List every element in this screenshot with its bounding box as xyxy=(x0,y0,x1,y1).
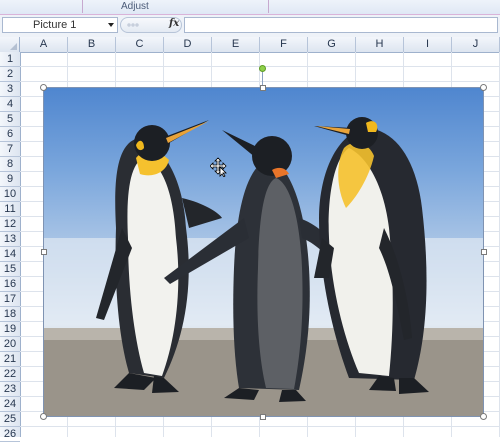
row-header-10[interactable]: 10 xyxy=(0,187,20,202)
row-header-6[interactable]: 6 xyxy=(0,127,20,142)
resize-handle-right[interactable] xyxy=(481,249,487,255)
resize-handle-left[interactable] xyxy=(41,249,47,255)
row-header-24[interactable]: 24 xyxy=(0,397,20,412)
column-header-h[interactable]: H xyxy=(356,37,404,52)
penguins-illustration xyxy=(44,117,483,416)
column-header-a[interactable]: A xyxy=(20,37,68,52)
name-box-value: Picture 1 xyxy=(33,19,77,31)
select-all-icon xyxy=(10,43,17,50)
row-header-13[interactable]: 13 xyxy=(0,232,20,247)
row-header-11[interactable]: 11 xyxy=(0,202,20,217)
row-header-21[interactable]: 21 xyxy=(0,352,20,367)
row-header: 1 2 3 4 5 6 7 8 9 10 11 12 13 14 15 16 1… xyxy=(0,52,21,442)
row-header-12[interactable]: 12 xyxy=(0,217,20,232)
row-header-26[interactable]: 26 xyxy=(0,427,20,442)
column-header-f[interactable]: F xyxy=(260,37,308,52)
row-header-15[interactable]: 15 xyxy=(0,262,20,277)
name-box[interactable]: Picture 1 xyxy=(2,17,118,33)
column-header-b[interactable]: B xyxy=(68,37,116,52)
chevron-down-icon[interactable] xyxy=(108,23,114,27)
row-header-25[interactable]: 25 xyxy=(0,412,20,427)
formula-controls: fx xyxy=(120,17,182,33)
row-header-20[interactable]: 20 xyxy=(0,337,20,352)
row-header-16[interactable]: 16 xyxy=(0,277,20,292)
resize-handle-top-left[interactable] xyxy=(40,84,47,91)
row-header-22[interactable]: 22 xyxy=(0,367,20,382)
resize-handle-top[interactable] xyxy=(260,85,266,91)
row-header-17[interactable]: 17 xyxy=(0,292,20,307)
resize-handle-bottom-left[interactable] xyxy=(40,413,47,420)
column-header-c[interactable]: C xyxy=(116,37,164,52)
row-header-1[interactable]: 1 xyxy=(0,52,20,67)
column-header-i[interactable]: I xyxy=(404,37,452,52)
row-header-4[interactable]: 4 xyxy=(0,97,20,112)
rotate-handle[interactable] xyxy=(259,65,266,72)
ribbon-separator xyxy=(82,0,83,13)
ribbon-separator xyxy=(268,0,269,13)
grip-icon[interactable] xyxy=(127,21,139,29)
column-header: A B C D E F G H I J xyxy=(0,37,500,53)
insert-function-button[interactable]: fx xyxy=(169,18,179,29)
select-all-button[interactable] xyxy=(0,37,20,52)
row-header-8[interactable]: 8 xyxy=(0,157,20,172)
row-header-14[interactable]: 14 xyxy=(0,247,20,262)
row-header-2[interactable]: 2 xyxy=(0,67,20,82)
penguins-picture[interactable] xyxy=(44,88,483,416)
column-header-e[interactable]: E xyxy=(212,37,260,52)
move-cursor-icon xyxy=(210,157,227,177)
formula-input[interactable] xyxy=(184,17,498,33)
row-header-5[interactable]: 5 xyxy=(0,112,20,127)
row-header-9[interactable]: 9 xyxy=(0,172,20,187)
ribbon-strip: Adjust xyxy=(0,0,500,15)
row-header-19[interactable]: 19 xyxy=(0,322,20,337)
formula-bar: Picture 1 fx xyxy=(0,15,500,38)
column-header-d[interactable]: D xyxy=(164,37,212,52)
ribbon-group-label-adjust: Adjust xyxy=(121,1,149,12)
row-header-18[interactable]: 18 xyxy=(0,307,20,322)
resize-handle-top-right[interactable] xyxy=(480,84,487,91)
row-header-23[interactable]: 23 xyxy=(0,382,20,397)
row-header-3[interactable]: 3 xyxy=(0,82,20,97)
column-header-j[interactable]: J xyxy=(452,37,500,52)
resize-handle-bottom[interactable] xyxy=(260,414,266,420)
row-header-7[interactable]: 7 xyxy=(0,142,20,157)
column-header-g[interactable]: G xyxy=(308,37,356,52)
resize-handle-bottom-right[interactable] xyxy=(480,413,487,420)
